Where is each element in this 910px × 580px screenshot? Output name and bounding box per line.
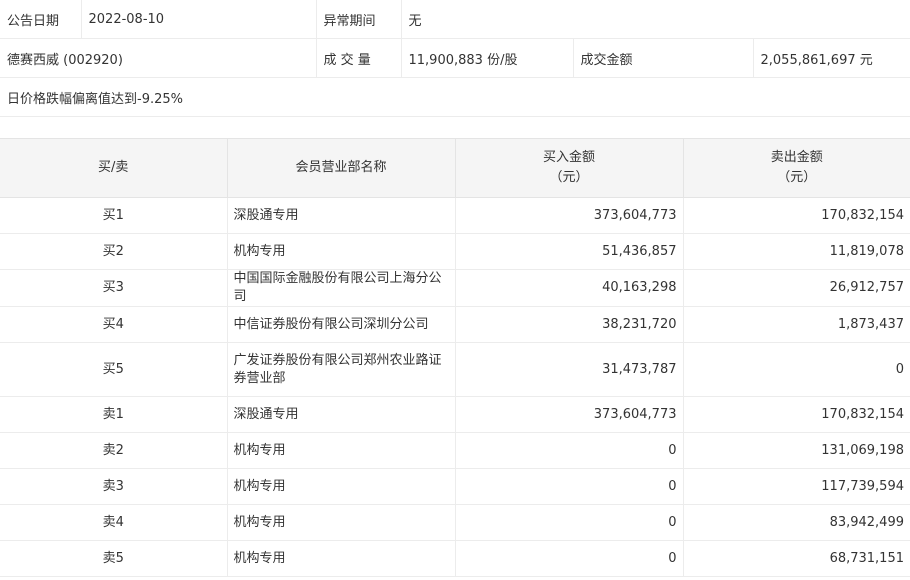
table-row: 买5 广发证券股份有限公司郑州农业路证券营业部 31,473,787 0 — [0, 342, 910, 397]
table-row: 卖1 深股通专用 373,604,773 170,832,154 — [0, 396, 910, 433]
row-side: 买5 — [0, 342, 228, 397]
row-dept: 机构专用 — [227, 233, 456, 270]
period-value: 无 — [401, 0, 910, 39]
volume-value: 11,900,883 份/股 — [401, 38, 574, 78]
header-buy-line1: 买入金额 — [542, 150, 595, 165]
table-header-row: 买/卖 会员营业部名称 买入金额 （元） 卖出金额 （元） — [0, 139, 910, 198]
announcement-info-table: 公告日期 2022-08-10 异常期间 无 德赛西威 (002920) 成 交… — [0, 0, 910, 117]
row-sell: 117,739,594 — [683, 468, 910, 505]
amount-label: 成交金额 — [573, 38, 754, 78]
table-row: 买3 中国国际金融股份有限公司上海分公司 40,163,298 26,912,7… — [0, 269, 910, 307]
row-sell: 11,819,078 — [683, 233, 910, 270]
row-side: 卖3 — [0, 468, 228, 505]
row-buy: 0 — [455, 468, 684, 505]
row-side: 买1 — [0, 197, 228, 234]
row-side: 买4 — [0, 306, 228, 343]
row-sell: 68,731,151 — [683, 540, 910, 577]
row-dept: 广发证券股份有限公司郑州农业路证券营业部 — [227, 342, 456, 397]
row-dept: 中信证券股份有限公司深圳分公司 — [227, 306, 456, 343]
row-side: 卖1 — [0, 396, 228, 433]
header-sell-line2: （元） — [777, 170, 817, 185]
table-row: 买1 深股通专用 373,604,773 170,832,154 — [0, 197, 910, 234]
date-value: 2022-08-10 — [81, 0, 317, 39]
row-sell: 170,832,154 — [683, 197, 910, 234]
row-sell: 131,069,198 — [683, 432, 910, 469]
row-dept: 机构专用 — [227, 540, 456, 577]
table-row: 卖4 机构专用 0 83,942,499 — [0, 504, 910, 541]
table-row: 卖5 机构专用 0 68,731,151 — [0, 540, 910, 577]
row-side: 卖4 — [0, 504, 228, 541]
row-sell: 83,942,499 — [683, 504, 910, 541]
header-dept: 会员营业部名称 — [227, 139, 456, 198]
row-sell: 0 — [683, 342, 910, 397]
row-dept: 机构专用 — [227, 504, 456, 541]
row-side: 卖2 — [0, 432, 228, 469]
row-sell: 26,912,757 — [683, 269, 910, 307]
row-buy: 38,231,720 — [455, 306, 684, 343]
trading-departments-table: 买/卖 会员营业部名称 买入金额 （元） 卖出金额 （元） 买1 深股通专用 3… — [0, 139, 910, 577]
row-dept: 机构专用 — [227, 468, 456, 505]
row-buy: 373,604,773 — [455, 396, 684, 433]
row-dept: 中国国际金融股份有限公司上海分公司 — [227, 269, 456, 307]
row-sell: 1,873,437 — [683, 306, 910, 343]
row-buy: 0 — [455, 432, 684, 469]
volume-label: 成 交 量 — [316, 38, 402, 78]
row-side: 买2 — [0, 233, 228, 270]
date-label: 公告日期 — [0, 0, 82, 39]
table-row: 买4 中信证券股份有限公司深圳分公司 38,231,720 1,873,437 — [0, 306, 910, 343]
row-buy: 0 — [455, 504, 684, 541]
stock-name: 德赛西威 (002920) — [0, 38, 317, 78]
period-label: 异常期间 — [316, 0, 402, 39]
row-buy: 373,604,773 — [455, 197, 684, 234]
header-buy-amount: 买入金额 （元） — [455, 139, 684, 198]
row-side: 买3 — [0, 269, 228, 307]
table-row: 卖2 机构专用 0 131,069,198 — [0, 432, 910, 469]
header-side: 买/卖 — [0, 139, 228, 198]
row-buy: 51,436,857 — [455, 233, 684, 270]
table-row: 买2 机构专用 51,436,857 11,819,078 — [0, 233, 910, 270]
section-gap — [0, 117, 910, 139]
row-side: 卖5 — [0, 540, 228, 577]
deviation-note: 日价格跌幅偏离值达到-9.25% — [0, 77, 910, 117]
row-sell: 170,832,154 — [683, 396, 910, 433]
row-dept: 机构专用 — [227, 432, 456, 469]
header-sell-line1: 卖出金额 — [770, 150, 823, 165]
header-buy-line2: （元） — [549, 170, 589, 185]
row-dept: 深股通专用 — [227, 396, 456, 433]
row-buy: 40,163,298 — [455, 269, 684, 307]
header-sell-amount: 卖出金额 （元） — [683, 139, 910, 198]
table-row: 卖3 机构专用 0 117,739,594 — [0, 468, 910, 505]
row-buy: 0 — [455, 540, 684, 577]
row-dept: 深股通专用 — [227, 197, 456, 234]
row-buy: 31,473,787 — [455, 342, 684, 397]
amount-value: 2,055,861,697 元 — [753, 38, 910, 78]
